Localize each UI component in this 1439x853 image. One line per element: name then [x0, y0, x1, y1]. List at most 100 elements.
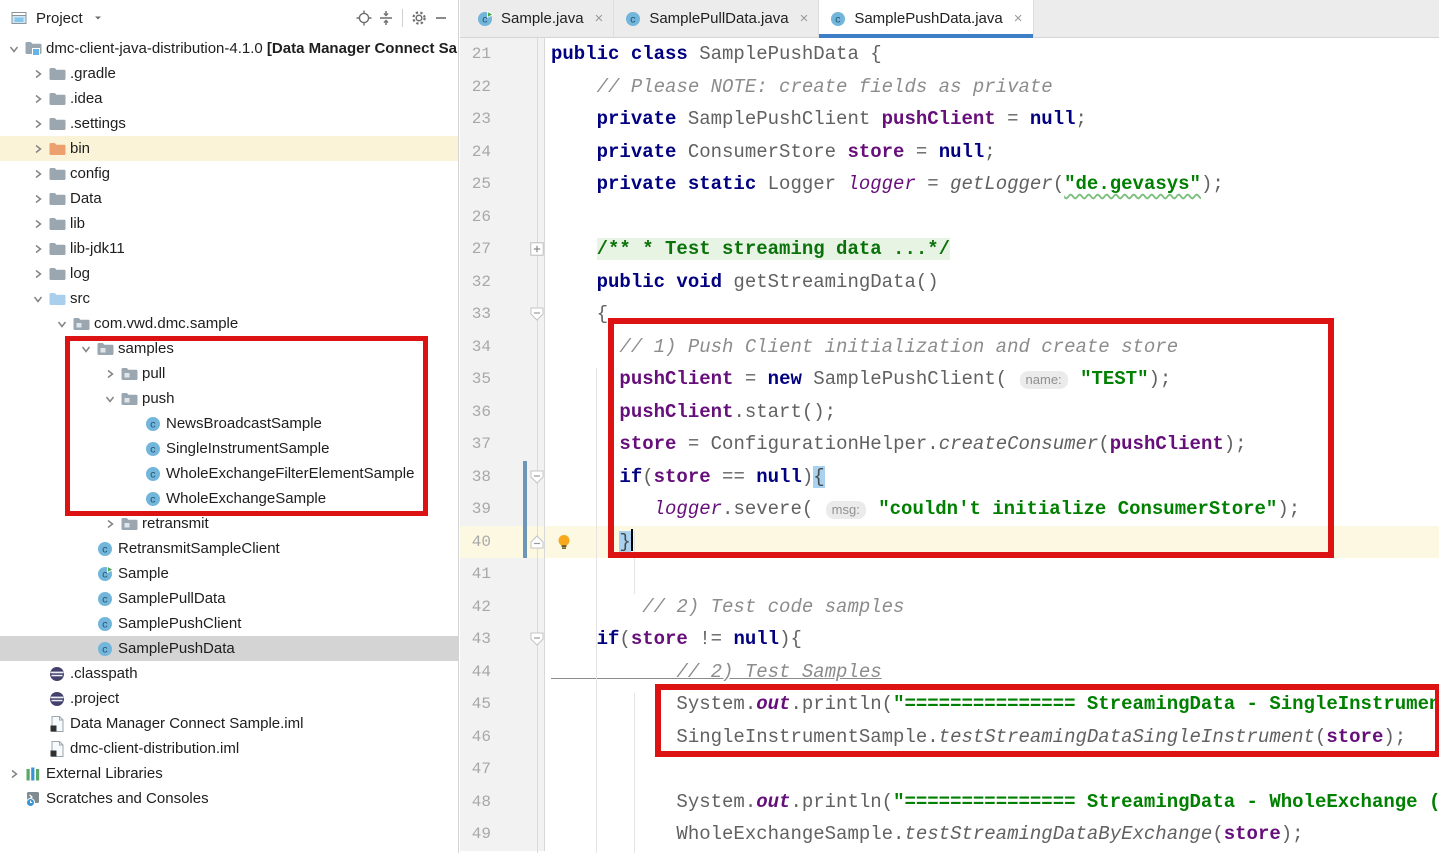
tree-item-scratches-and-consoles[interactable]: Scratches and Consoles [0, 786, 458, 811]
code-line-41[interactable]: 41 [460, 558, 1439, 591]
chevron-down-icon[interactable] [76, 341, 96, 357]
chevron-right-icon[interactable] [28, 166, 48, 182]
chevron-down-icon[interactable] [100, 391, 120, 407]
chevron-right-icon[interactable] [28, 266, 48, 282]
tree-item-com-vwd-dmc-sample[interactable]: com.vwd.dmc.sample [0, 311, 458, 336]
tree-item-data[interactable]: Data [0, 186, 458, 211]
tree-item-dmc-client-distribution-iml[interactable]: dmc-client-distribution.iml [0, 736, 458, 761]
code-line-34[interactable]: 34 // 1) Push Client initialization and … [460, 331, 1439, 364]
tree-item-samplepushdata[interactable]: cSamplePushData [0, 636, 458, 661]
tree-item-data-manager-connect-sample-iml[interactable]: Data Manager Connect Sample.iml [0, 711, 458, 736]
chevron-down-icon[interactable] [28, 291, 48, 307]
code-line-44[interactable]: 44 // 2) Test Samples [460, 656, 1439, 689]
fold-marker-icon[interactable] [530, 242, 544, 256]
hide-panel-icon[interactable] [430, 7, 452, 29]
tree-item-retransmitsampleclient[interactable]: cRetransmitSampleClient [0, 536, 458, 561]
tree-item-newsbroadcastsample[interactable]: cNewsBroadcastSample [0, 411, 458, 436]
chevron-down-icon[interactable] [87, 7, 109, 29]
code-editor[interactable]: 21public class SamplePushData {22 // Ple… [460, 38, 1439, 853]
code-line-21[interactable]: 21public class SamplePushData { [460, 38, 1439, 71]
code-line-27[interactable]: 27 /** * Test streaming data ...*/ [460, 233, 1439, 266]
code-line-33[interactable]: 33 { [460, 298, 1439, 331]
tree-item-project[interactable]: .project [0, 686, 458, 711]
locate-file-icon[interactable] [353, 7, 375, 29]
code-line-26[interactable]: 26 [460, 201, 1439, 234]
tree-item-pull[interactable]: pull [0, 361, 458, 386]
folder-icon [48, 241, 66, 257]
close-icon[interactable]: × [595, 11, 604, 26]
tree-item-config[interactable]: config [0, 161, 458, 186]
code-line-39[interactable]: 39 logger.severe( msg: "couldn't initial… [460, 493, 1439, 526]
tree-item-settings[interactable]: .settings [0, 111, 458, 136]
code-line-25[interactable]: 25 private static Logger logger = getLog… [460, 168, 1439, 201]
tree-item-external-libraries[interactable]: External Libraries [0, 761, 458, 786]
tree-item-gradle[interactable]: .gradle [0, 61, 458, 86]
code-line-35[interactable]: 35 pushClient = new SamplePushClient( na… [460, 363, 1439, 396]
code-line-47[interactable]: 47 [460, 753, 1439, 786]
code-line-36[interactable]: 36 pushClient.start(); [460, 396, 1439, 429]
tree-item-label: dmc-client-java-distribution-4.1.0 [Data… [46, 40, 457, 57]
tree-item-idea[interactable]: .idea [0, 86, 458, 111]
tree-item-label: NewsBroadcastSample [166, 415, 322, 432]
tree-item-label: Data [70, 190, 102, 207]
code-line-22[interactable]: 22 // Please NOTE: create fields as priv… [460, 71, 1439, 104]
chevron-down-icon[interactable] [4, 41, 24, 57]
tree-item-samplepushclient[interactable]: cSamplePushClient [0, 611, 458, 636]
chevron-right-icon[interactable] [4, 766, 24, 782]
class-icon: c [96, 591, 114, 607]
tree-item-retransmit[interactable]: retransmit [0, 511, 458, 536]
tree-item-sample[interactable]: cSample [0, 561, 458, 586]
chevron-right-icon[interactable] [100, 516, 120, 532]
tree-item-push[interactable]: push [0, 386, 458, 411]
chevron-right-icon[interactable] [28, 116, 48, 132]
tree-item-src[interactable]: src [0, 286, 458, 311]
chevron-right-icon[interactable] [28, 191, 48, 207]
code-line-49[interactable]: 49 WholeExchangeSample.testStreamingData… [460, 818, 1439, 851]
fold-marker-icon[interactable] [530, 470, 544, 484]
tree-item-dmc-client-java-distribution-4-1-0[interactable]: dmc-client-java-distribution-4.1.0 [Data… [0, 36, 458, 61]
chevron-right-icon[interactable] [28, 91, 48, 107]
code-line-24[interactable]: 24 private ConsumerStore store = null; [460, 136, 1439, 169]
gear-icon[interactable] [408, 7, 430, 29]
code-line-42[interactable]: 42 // 2) Test code samples [460, 591, 1439, 624]
close-icon[interactable]: × [800, 11, 809, 26]
code-line-48[interactable]: 48 System.out.println("=============== S… [460, 786, 1439, 819]
fold-marker-icon[interactable] [530, 535, 544, 549]
tree-item-samples[interactable]: samples [0, 336, 458, 361]
chevron-right-icon[interactable] [28, 241, 48, 257]
collapse-all-icon[interactable] [375, 7, 397, 29]
code-line-45[interactable]: 45 System.out.println("=============== S… [460, 688, 1439, 721]
svg-text:c: c [149, 445, 155, 456]
tree-item-bin[interactable]: bin [0, 136, 458, 161]
code-line-40[interactable]: 40 } [460, 526, 1439, 559]
code-line-23[interactable]: 23 private SamplePushClient pushClient =… [460, 103, 1439, 136]
tab-samplepushdata-java[interactable]: cSamplePushData.java× [819, 0, 1033, 37]
code-line-43[interactable]: 43 if(store != null){ [460, 623, 1439, 656]
chevron-down-icon[interactable] [52, 316, 72, 332]
tree-item-classpath[interactable]: .classpath [0, 661, 458, 686]
code-line-38[interactable]: 38 if(store == null){ [460, 461, 1439, 494]
tree-item-lib-jdk11[interactable]: lib-jdk11 [0, 236, 458, 261]
tab-sample-java[interactable]: cSample.java× [466, 0, 614, 37]
panel-title[interactable]: Project [36, 10, 83, 27]
tree-item-lib[interactable]: lib [0, 211, 458, 236]
tab-samplepulldata-java[interactable]: cSamplePullData.java× [614, 0, 819, 37]
tree-item-wholeexchangefilterelementsample[interactable]: cWholeExchangeFilterElementSample [0, 461, 458, 486]
tree-item-log[interactable]: log [0, 261, 458, 286]
fold-marker-icon[interactable] [530, 307, 544, 321]
tree-item-singleinstrumentsample[interactable]: cSingleInstrumentSample [0, 436, 458, 461]
chevron-right-icon[interactable] [28, 66, 48, 82]
intention-bulb-icon[interactable] [556, 534, 572, 550]
chevron-right-icon[interactable] [28, 216, 48, 232]
tree-item-wholeexchangesample[interactable]: cWholeExchangeSample [0, 486, 458, 511]
fold-marker-icon[interactable] [530, 632, 544, 646]
code-line-32[interactable]: 32 public void getStreamingData() [460, 266, 1439, 299]
code-line-46[interactable]: 46 SingleInstrumentSample.testStreamingD… [460, 721, 1439, 754]
tree-item-label: com.vwd.dmc.sample [94, 315, 238, 332]
chevron-right-icon[interactable] [100, 366, 120, 382]
tree-item-samplepulldata[interactable]: cSamplePullData [0, 586, 458, 611]
code-text: // 2) Test code samples [545, 591, 904, 624]
chevron-right-icon[interactable] [28, 141, 48, 157]
close-icon[interactable]: × [1014, 11, 1023, 26]
code-line-37[interactable]: 37 store = ConfigurationHelper.createCon… [460, 428, 1439, 461]
